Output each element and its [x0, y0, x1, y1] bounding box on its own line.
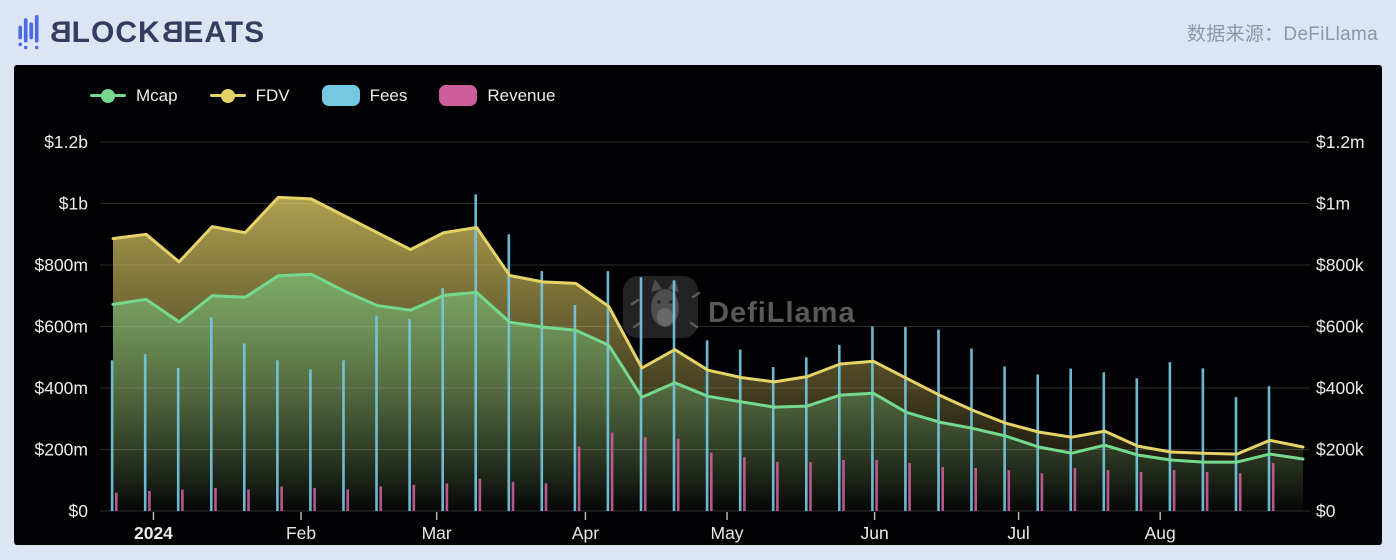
fees-legend-marker — [322, 85, 360, 106]
svg-text:$1.2b: $1.2b — [44, 132, 88, 152]
legend-item-fees[interactable]: Fees — [322, 85, 408, 106]
svg-text:$200k: $200k — [1316, 440, 1364, 460]
svg-text:$0: $0 — [1316, 501, 1336, 521]
svg-text:2024: 2024 — [134, 523, 173, 543]
blockbeats-logo[interactable]: BLOCKBEATS — [16, 15, 265, 51]
svg-text:May: May — [711, 523, 744, 543]
svg-text:Jun: Jun — [860, 523, 888, 543]
revenue-legend-marker — [439, 85, 477, 106]
chart-canvas[interactable]: DefiLlama$0$200m$400m$600m$800m$1b$1.2b$… — [14, 65, 1382, 545]
defillama-watermark: DefiLlama — [623, 276, 856, 338]
svg-text:$200m: $200m — [34, 440, 88, 460]
chart-panel: Mcap FDV Fees Revenue DefiLlama $0 $200m $4… — [14, 65, 1382, 545]
chart-legend: Mcap FDV Fees Revenue — [90, 85, 555, 106]
svg-text:Aug: Aug — [1145, 523, 1176, 543]
blockbeats-logo-icon — [16, 15, 42, 51]
x-axis-month-labels: 2024 Feb Mar Apr May Jun Jul Aug — [134, 512, 1176, 543]
legend-label: FDV — [256, 86, 290, 106]
fdv-legend-marker — [210, 94, 246, 98]
mcap-legend-marker — [90, 94, 126, 98]
svg-text:DefiLlama: DefiLlama — [708, 297, 856, 329]
svg-text:$600m: $600m — [34, 317, 88, 337]
legend-label: Fees — [370, 86, 408, 106]
legend-label: Mcap — [136, 86, 178, 106]
legend-item-mcap[interactable]: Mcap — [90, 86, 178, 106]
svg-text:$1.2m: $1.2m — [1316, 132, 1365, 152]
legend-item-fdv[interactable]: FDV — [210, 86, 290, 106]
data-source-label: 数据来源：DeFiLlama — [1187, 19, 1378, 46]
svg-text:Apr: Apr — [572, 523, 599, 543]
legend-item-revenue[interactable]: Revenue — [439, 85, 555, 106]
svg-text:$400m: $400m — [34, 378, 88, 398]
svg-text:$0: $0 — [69, 501, 89, 521]
svg-text:$1b: $1b — [59, 194, 88, 214]
svg-text:Mar: Mar — [422, 523, 452, 543]
right-axis-labels: $0 $200k $400k $600k $800k $1m $1.2m — [1316, 132, 1365, 521]
legend-label: Revenue — [487, 86, 555, 106]
svg-text:$1m: $1m — [1316, 194, 1350, 214]
svg-text:$400k: $400k — [1316, 378, 1364, 398]
left-axis-labels: $0 $200m $400m $600m $800m $1b $1.2b — [34, 132, 88, 521]
blockbeats-logo-text: BLOCKBEATS — [49, 18, 265, 48]
svg-text:$800m: $800m — [34, 255, 88, 275]
svg-text:Jul: Jul — [1007, 523, 1029, 543]
svg-text:$600k: $600k — [1316, 317, 1364, 337]
svg-text:$800k: $800k — [1316, 255, 1364, 275]
svg-text:Feb: Feb — [286, 523, 316, 543]
page-header: BLOCKBEATS 数据来源：DeFiLlama — [0, 0, 1396, 65]
